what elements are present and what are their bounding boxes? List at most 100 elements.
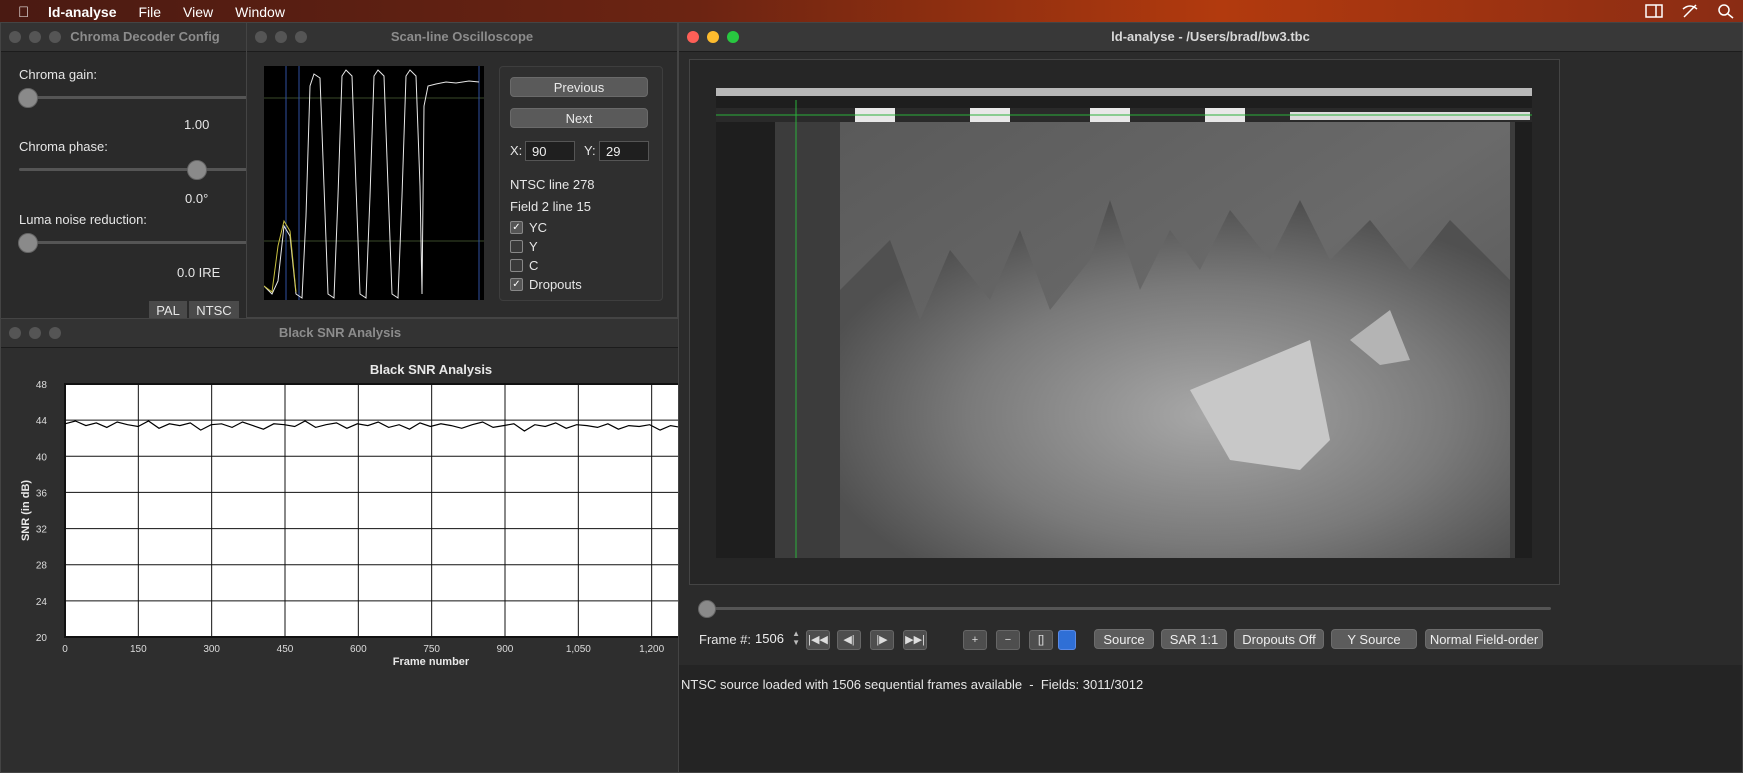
main-window-title: ld-analyse - /Users/brad/bw3.tbc <box>1111 29 1310 44</box>
next-frame-icon[interactable]: |▶ <box>870 630 894 650</box>
minimize-button <box>707 31 719 43</box>
dropouts-button[interactable]: Dropouts Off <box>1234 629 1324 649</box>
chroma-phase-slider[interactable] <box>19 168 249 171</box>
y-tick-label: 24 <box>36 597 48 608</box>
apple-icon[interactable]:  <box>18 4 40 21</box>
last-frame-icon[interactable]: ▶▶| <box>903 630 927 650</box>
y-source-button[interactable]: Y Source <box>1331 629 1417 649</box>
frame-scrubber[interactable] <box>701 607 1551 610</box>
c-checkbox-label: C <box>529 258 539 273</box>
y-tick-label: 28 <box>36 561 48 572</box>
chroma-phase-handle[interactable] <box>187 160 207 180</box>
status-text: NTSC source loaded with 1506 sequential … <box>681 677 1144 692</box>
y-tick-label: 48 <box>36 380 48 391</box>
frame-number-value: 1506 <box>755 631 784 646</box>
first-frame-icon[interactable]: |◀◀ <box>806 630 830 650</box>
frame-label: Frame #: <box>699 632 752 647</box>
x-tick-label: 900 <box>497 644 514 655</box>
luma-noise-label: Luma noise reduction: <box>19 212 147 227</box>
c-checkbox[interactable]: C <box>510 258 538 273</box>
window-controls[interactable] <box>9 31 61 43</box>
stepper-arrows-icon[interactable]: ▲ ▼ <box>792 629 800 647</box>
scope-window-titlebar: Scan-line Oscilloscope <box>247 23 677 52</box>
y-checkbox[interactable]: Y <box>510 239 538 254</box>
checkmark-icon: ✓ <box>510 221 523 234</box>
display-toggle-icon[interactable] <box>1058 630 1076 650</box>
x-tick-label: 300 <box>203 644 220 655</box>
y-checkbox-label: Y <box>529 239 538 254</box>
chart-title: Black SNR Analysis <box>370 362 492 377</box>
y-tick-label: 44 <box>36 416 48 427</box>
menu-bar:  ld-analyse File View Window <box>0 0 1743 24</box>
main-window-titlebar: ld-analyse - /Users/brad/bw3.tbc <box>679 23 1742 52</box>
menu-window[interactable]: Window <box>235 4 285 20</box>
search-icon[interactable] <box>1717 3 1735 19</box>
luma-noise-value: 0.0 IRE <box>177 265 221 280</box>
window-controls[interactable] <box>9 327 61 339</box>
y-stepper[interactable]: 29 <box>599 141 649 161</box>
checkmark-icon: ✓ <box>510 278 523 291</box>
chroma-gain-value: 1.00 <box>184 117 210 132</box>
field-line-text: Field 2 line 15 <box>510 199 591 214</box>
sidebar-toggle-icon[interactable] <box>1645 3 1663 19</box>
oscilloscope-window: Scan-line Oscilloscope Previous Next X: … <box>246 22 678 318</box>
y-axis-label: SNR (in dB) <box>20 480 32 541</box>
x-value: 90 <box>532 144 547 159</box>
chroma-window-title: Chroma Decoder Config <box>70 29 220 44</box>
video-frame-image <box>716 88 1532 558</box>
zoom-out-icon[interactable]: − <box>996 630 1020 650</box>
x-axis-label: Frame number <box>393 656 470 668</box>
window-controls[interactable] <box>255 31 307 43</box>
y-label: Y: <box>584 143 596 158</box>
scope-trace-display[interactable] <box>264 66 484 300</box>
zoom-fit-icon[interactable]: [] <box>1029 630 1053 650</box>
menu-file[interactable]: File <box>138 4 161 20</box>
luma-noise-slider[interactable] <box>19 241 249 244</box>
frame-scrubber-handle[interactable] <box>698 600 716 618</box>
snr-chart: Black SNR Analysis 48 44 40 36 32 28 24 20 0 150 30… <box>20 362 679 668</box>
x-stepper[interactable]: 90 <box>525 141 575 161</box>
sar-button[interactable]: SAR 1:1 <box>1161 629 1227 649</box>
x-tick-label: 150 <box>130 644 147 655</box>
video-frame-view[interactable] <box>689 59 1560 585</box>
x-tick-label: 450 <box>277 644 294 655</box>
chroma-gain-handle[interactable] <box>18 88 38 108</box>
dropouts-checkbox-label: Dropouts <box>529 277 582 292</box>
previous-frame-icon[interactable]: ◀| <box>837 630 861 650</box>
zoom-button <box>727 31 739 43</box>
chroma-window-titlebar: Chroma Decoder Config <box>1 23 249 52</box>
y-tick-label: 20 <box>36 633 48 644</box>
window-controls[interactable] <box>687 31 739 43</box>
close-button <box>687 31 699 43</box>
luma-noise-handle[interactable] <box>18 233 38 253</box>
status-bar: NTSC source loaded with 1506 sequential … <box>679 665 1742 772</box>
y-tick-label: 32 <box>36 525 48 536</box>
x-tick-label: 1,050 <box>566 644 591 655</box>
frame-number-stepper[interactable]: 1506 ▲ ▼ <box>755 629 800 649</box>
x-tick-label: 1,200 <box>639 644 664 655</box>
yc-checkbox[interactable]: ✓ YC <box>510 220 547 235</box>
yc-checkbox-label: YC <box>529 220 548 235</box>
dropouts-checkbox[interactable]: ✓ Dropouts <box>510 277 582 292</box>
chroma-phase-label: Chroma phase: <box>19 139 108 154</box>
source-button[interactable]: Source <box>1094 629 1154 649</box>
snr-analysis-window: Black SNR Analysis Black SNR Analysis 48 4… <box>0 318 680 773</box>
wifi-off-icon[interactable] <box>1681 3 1699 19</box>
y-tick-label: 36 <box>36 488 48 499</box>
field-order-button[interactable]: Normal Field-order <box>1425 629 1543 649</box>
menu-view[interactable]: View <box>183 4 213 20</box>
zoom-in-icon[interactable]: + <box>963 630 987 650</box>
snr-window-title: Black SNR Analysis <box>278 325 402 340</box>
previous-button[interactable]: Previous <box>510 77 648 97</box>
x-label: X: <box>510 143 523 158</box>
chroma-phase-value: 0.0° <box>185 191 209 206</box>
next-button[interactable]: Next <box>510 108 648 128</box>
menu-app-name[interactable]: ld-analyse <box>48 4 116 20</box>
checkbox-box <box>510 259 523 272</box>
snr-window-titlebar: Black SNR Analysis <box>1 319 679 348</box>
x-tick-label: 600 <box>350 644 367 655</box>
y-tick-label: 40 <box>36 452 48 463</box>
chroma-gain-slider[interactable] <box>19 96 249 99</box>
scope-window-title: Scan-line Oscilloscope <box>390 29 534 44</box>
x-tick-label: 750 <box>423 644 440 655</box>
